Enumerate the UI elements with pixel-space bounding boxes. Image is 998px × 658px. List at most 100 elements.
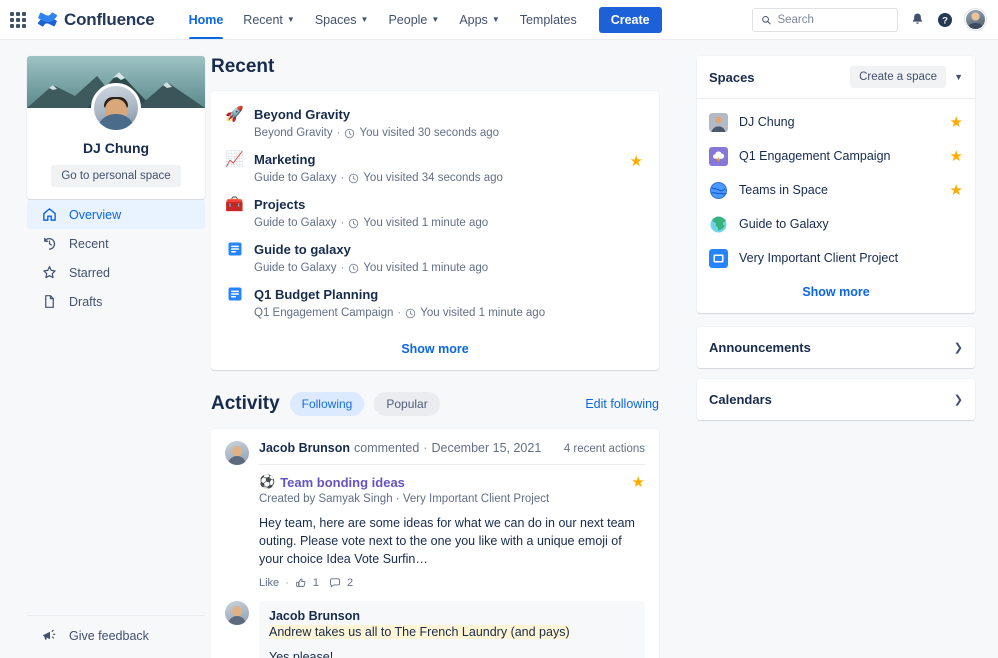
search-icon	[762, 15, 771, 24]
home-icon	[41, 207, 57, 223]
separator: ·	[423, 441, 428, 455]
chart-increasing-emoji: 📈	[225, 151, 244, 168]
right-sidebar: Spaces Create a space ▼ DJ Chung ★ Q1 En…	[676, 40, 998, 658]
nav-item-home-label: Home	[188, 12, 224, 27]
like-count: 1	[312, 577, 319, 589]
recent-show-more-link[interactable]: Show more	[211, 332, 659, 370]
go-to-personal-space-button[interactable]: Go to personal space	[51, 165, 181, 187]
profile-card: DJ Chung Go to personal space	[27, 56, 205, 199]
avatar[interactable]	[225, 441, 249, 465]
star-filled-icon[interactable]: ★	[950, 183, 963, 198]
comment-quote: Andrew takes us all to The French Laundr…	[269, 625, 570, 639]
space-name: DJ Chung	[739, 115, 795, 129]
give-feedback-label: Give feedback	[69, 629, 149, 643]
list-item[interactable]: Q1 Budget Planning Q1 Engagement Campaig…	[225, 281, 645, 326]
sidebar-item-overview[interactable]: Overview	[27, 200, 205, 229]
recent-card: 🚀 Beyond Gravity Beyond Gravity · You vi…	[211, 91, 659, 370]
spaces-show-more-link[interactable]: Show more	[697, 275, 975, 313]
sidebar-item-starred[interactable]: Starred	[27, 258, 205, 287]
left-sidebar: DJ Chung Go to personal space Overview R…	[0, 40, 211, 658]
thumbs-up-icon[interactable]	[295, 577, 307, 589]
list-item[interactable]: Guide to Galaxy	[709, 207, 963, 241]
toolbox-emoji: 🧰	[225, 196, 244, 213]
recent-item-meta: Guide to Galaxy · You visited 34 seconds…	[254, 171, 503, 185]
calendars-panel[interactable]: Calendars ❯	[697, 379, 975, 420]
create-a-space-button[interactable]: Create a space	[850, 66, 947, 88]
star-filled-icon[interactable]: ★	[950, 115, 963, 130]
list-item[interactable]: Q1 Engagement Campaign ★	[709, 139, 963, 173]
clock-icon	[349, 263, 359, 273]
comment-bubble-icon[interactable]	[329, 577, 341, 589]
activity-excerpt: Hey team, here are some ideas for what w…	[259, 516, 635, 566]
search-input[interactable]	[777, 13, 889, 26]
create-button[interactable]: Create	[598, 6, 662, 33]
apps-grid-icon[interactable]	[10, 11, 26, 28]
nav-item-people-label: People	[388, 12, 428, 27]
list-item[interactable]: Very Important Client Project	[709, 241, 963, 275]
list-item[interactable]: Guide to galaxy Guide to Galaxy · You vi…	[225, 236, 645, 281]
activity-doc-title: Team bonding ideas	[280, 474, 405, 490]
recent-item-time: You visited 34 seconds ago	[363, 172, 503, 184]
list-item[interactable]: 📈 Marketing Guide to Galaxy · You visite…	[225, 146, 645, 191]
star-filled-icon[interactable]: ★	[632, 475, 645, 490]
clock-icon	[406, 308, 416, 318]
comment-author[interactable]: Jacob Brunson	[269, 609, 635, 623]
sidebar-item-recent[interactable]: Recent	[27, 229, 205, 258]
like-button[interactable]: Like	[259, 577, 279, 589]
help-circle-icon[interactable]: ?	[937, 12, 953, 28]
sidebar-item-overview-label: Overview	[69, 207, 122, 222]
star-filled-icon[interactable]: ★	[630, 154, 643, 169]
give-feedback-button[interactable]: Give feedback	[41, 628, 205, 644]
nav-item-recent[interactable]: Recent ▼	[233, 0, 305, 39]
cloud-lightning-emoji	[709, 146, 728, 166]
avatar[interactable]	[91, 83, 141, 133]
recent-item-meta: Guide to Galaxy · You visited 1 minute a…	[254, 216, 488, 230]
chevron-right-icon: ❯	[953, 394, 963, 406]
feedback-section: Give feedback	[27, 615, 205, 658]
activity-doc-link[interactable]: ⚽ Team bonding ideas	[259, 474, 405, 490]
recent-item-space: Guide to Galaxy	[254, 172, 337, 184]
list-item[interactable]: DJ Chung ★	[709, 105, 963, 139]
star-filled-icon[interactable]: ★	[950, 149, 963, 164]
recent-item-space: Guide to Galaxy	[254, 262, 337, 274]
tab-following[interactable]: Following	[289, 392, 365, 416]
list-item[interactable]: Teams in Space ★	[709, 173, 963, 207]
activity-author[interactable]: Jacob Brunson	[259, 441, 350, 455]
separator: ·	[285, 577, 289, 589]
recent-item-meta: Beyond Gravity · You visited 30 seconds …	[254, 126, 499, 140]
recent-item-time: You visited 30 seconds ago	[359, 127, 500, 139]
nav-item-templates[interactable]: Templates	[510, 0, 587, 39]
clock-icon	[349, 218, 359, 228]
profile-name: DJ Chung	[82, 140, 150, 156]
list-item[interactable]: 🧰 Projects Guide to Galaxy · You visited…	[225, 191, 645, 236]
svg-text:?: ?	[942, 15, 948, 26]
page-title: Recent	[211, 56, 275, 77]
recent-item-title: Projects	[254, 197, 306, 212]
user-avatar[interactable]	[965, 9, 986, 30]
chevron-down-icon: ▼	[286, 14, 295, 24]
search-box[interactable]	[752, 7, 898, 32]
recent-item-title: Beyond Gravity	[254, 107, 351, 122]
edit-following-link[interactable]: Edit following	[585, 397, 659, 411]
announcements-panel[interactable]: Announcements ❯	[697, 327, 975, 368]
primary-nav-items: Home Recent ▼ Spaces ▼ People ▼ Apps ▼ T…	[179, 0, 662, 39]
avatar[interactable]	[225, 601, 249, 625]
top-navigation-bar: Confluence Home Recent ▼ Spaces ▼ People…	[0, 0, 998, 40]
list-item[interactable]: 🚀 Beyond Gravity Beyond Gravity · You vi…	[225, 101, 645, 146]
spaces-panel: Spaces Create a space ▼ DJ Chung ★ Q1 En…	[697, 56, 975, 313]
page-body: DJ Chung Go to personal space Overview R…	[0, 40, 998, 658]
page-blue-icon	[225, 241, 244, 262]
tab-popular[interactable]: Popular	[374, 392, 440, 416]
sidebar-nav-list: Overview Recent Starred Drafts	[27, 200, 205, 316]
nav-item-apps[interactable]: Apps ▼	[449, 0, 509, 39]
nav-item-spaces[interactable]: Spaces ▼	[305, 0, 379, 39]
bell-icon[interactable]	[910, 12, 925, 27]
recent-item-space: Beyond Gravity	[254, 127, 333, 139]
nav-item-recent-label: Recent	[243, 12, 283, 27]
chevron-down-icon[interactable]: ▼	[954, 72, 963, 82]
nav-item-people[interactable]: People ▼	[378, 0, 449, 39]
sidebar-item-drafts[interactable]: Drafts	[27, 287, 205, 316]
confluence-logo-link[interactable]: Confluence	[38, 10, 155, 30]
recent-list: 🚀 Beyond Gravity Beyond Gravity · You vi…	[211, 91, 659, 332]
nav-item-home[interactable]: Home	[179, 0, 234, 39]
